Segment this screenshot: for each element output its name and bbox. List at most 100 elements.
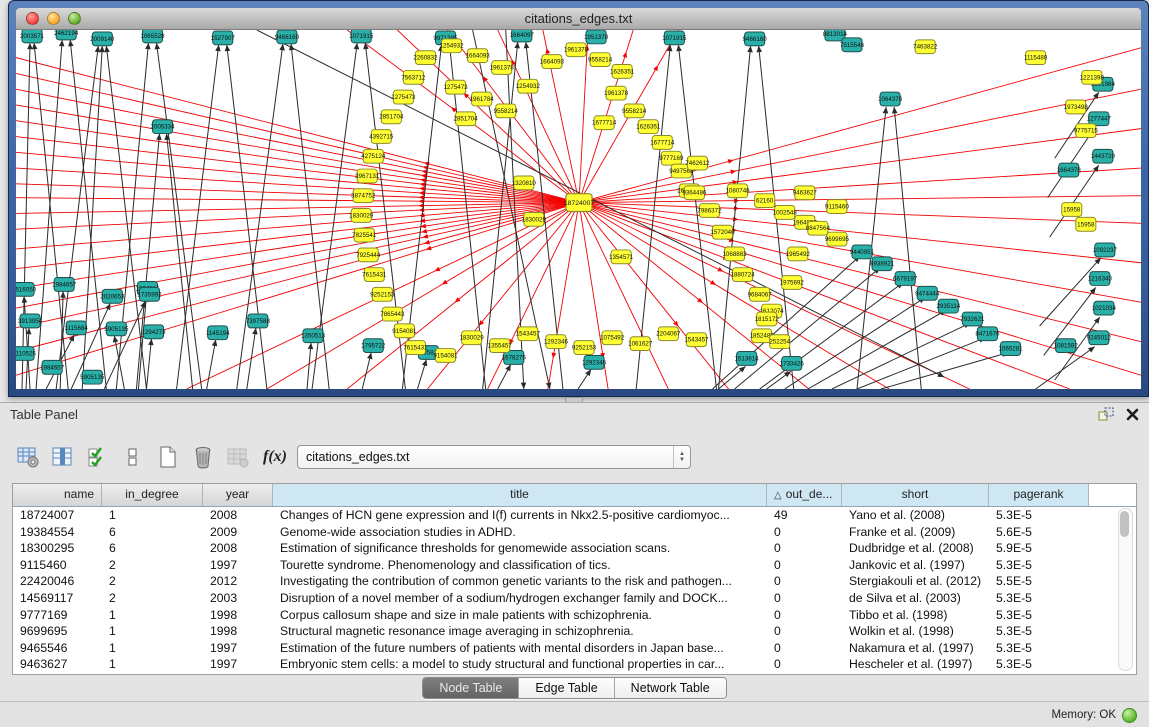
node-label: 1221398 <box>1080 74 1105 81</box>
close-panel-icon[interactable] <box>1126 408 1139 421</box>
node-label: 1543457 <box>684 337 709 344</box>
delete-table-icon[interactable] <box>189 444 217 470</box>
column-header-name[interactable]: name <box>13 484 102 506</box>
node-label: 1961378 <box>604 90 629 97</box>
node-label: 3874752 <box>351 193 376 200</box>
node-label: 9684067 <box>748 291 773 298</box>
node-label: 2003571 <box>20 33 45 40</box>
import-table-icon[interactable] <box>224 444 252 470</box>
node-label: 1443729 <box>1091 153 1116 160</box>
column-header-title[interactable]: title <box>273 484 767 506</box>
column-header-pagerank[interactable]: pagerank <box>989 484 1089 506</box>
table-row[interactable]: 946362711997Embryonic stem cells: a mode… <box>13 656 1136 673</box>
node-label: 1355457 <box>488 343 513 350</box>
table-row[interactable]: 2242004622012Investigating the contribut… <box>13 573 1136 590</box>
cell-in_degree: 6 <box>102 524 203 541</box>
node-label: 1951378 <box>584 34 609 41</box>
node-label: 1216343 <box>1088 276 1113 283</box>
node-label: 1677714 <box>650 139 675 146</box>
table-row[interactable]: 911546021997Tourette syndrome. Phenomeno… <box>13 557 1136 574</box>
column-header-in_degree[interactable]: in_degree <box>102 484 203 506</box>
node-label: 9252153 <box>370 291 395 298</box>
table-row[interactable]: 1456911722003Disruption of a novel membe… <box>13 590 1136 607</box>
panel-title: Table Panel <box>10 407 78 422</box>
close-window-button[interactable] <box>26 12 39 25</box>
node-label: 7615431 <box>362 272 387 279</box>
node-table: namein_degreeyeartitle△out_de...shortpag… <box>12 483 1137 675</box>
table-row[interactable]: 946554611997Estimation of the future num… <box>13 640 1136 657</box>
network-window: citations_edges.txt 20035712462194200914… <box>8 0 1149 397</box>
cell-out_degree: 0 <box>767 573 842 590</box>
window-titlebar[interactable]: citations_edges.txt <box>16 8 1141 30</box>
cell-short: Wolkin et al. (1998) <box>842 623 989 640</box>
column-header-out_degree[interactable]: △out_de... <box>767 484 842 506</box>
tab-node-table[interactable]: Node Table <box>423 678 519 698</box>
table-row[interactable]: 1872400712008Changes of HCN gene express… <box>13 507 1136 524</box>
tab-edge-table[interactable]: Edge Table <box>519 678 614 698</box>
node-label: 3967131 <box>355 173 380 180</box>
vertical-scrollbar[interactable] <box>1118 508 1133 671</box>
column-header-short[interactable]: short <box>842 484 989 506</box>
node-label: 9154081 <box>392 328 417 335</box>
dropdown-stepper-icon: ▲▼ <box>673 446 690 468</box>
column-header-year[interactable]: year <box>203 484 273 506</box>
table-select-dropdown[interactable]: citations_edges.txt ▲▼ <box>297 445 691 469</box>
node-label: 2516050 <box>16 286 37 293</box>
node-label: 1254932 <box>439 43 464 50</box>
node-label: 1735992 <box>137 291 162 298</box>
cell-year: 2008 <box>203 507 273 524</box>
memory-status-label: Memory: OK <box>1051 709 1116 721</box>
node-label: 1572040 <box>710 229 735 236</box>
cell-in_degree: 1 <box>102 607 203 624</box>
table-row[interactable]: 977716911998Corpus callosum shape and si… <box>13 607 1136 624</box>
node-label: 1975692 <box>780 279 805 286</box>
node-label: 1664093 <box>540 59 565 66</box>
node-label: 4392715 <box>369 134 394 141</box>
node-label: 1071915 <box>662 35 687 42</box>
network-canvas[interactable]: 2003571246219420091401065528152790794661… <box>16 30 1141 389</box>
node-label: 1002548 <box>773 209 798 216</box>
node-label: 1678275 <box>502 354 527 361</box>
window-title: citations_edges.txt <box>525 11 633 26</box>
node-label: 9252153 <box>572 345 597 352</box>
node-label: 9115460 <box>825 204 849 211</box>
cell-in_degree: 1 <box>102 656 203 673</box>
zoom-window-button[interactable] <box>68 12 81 25</box>
node-label: 9245012 <box>1087 335 1112 342</box>
tab-network-table[interactable]: Network Table <box>615 678 726 698</box>
cell-out_degree: 0 <box>767 524 842 541</box>
node-label: 9558214 <box>494 108 519 115</box>
clear-selection-icon[interactable] <box>119 444 147 470</box>
node-label: 9558214 <box>622 108 647 115</box>
cell-short: Nakamura et al. (1997) <box>842 640 989 657</box>
node-label: 9474444 <box>915 290 940 297</box>
cell-in_degree: 1 <box>102 623 203 640</box>
table-row[interactable]: 1938455462009Genome-wide association stu… <box>13 524 1136 541</box>
cell-out_degree: 0 <box>767 640 842 657</box>
node-label: 1065528 <box>140 33 165 40</box>
node-label: 1294273 <box>141 329 166 336</box>
node-label: 1815172 <box>755 316 780 323</box>
cell-pagerank: 5.3E-5 <box>989 590 1089 607</box>
node-label: 3913954 <box>18 318 43 325</box>
cell-pagerank: 5.3E-5 <box>989 623 1089 640</box>
cell-short: Stergiakouli et al. (2012) <box>842 573 989 590</box>
minimize-window-button[interactable] <box>47 12 60 25</box>
scrollbar-thumb[interactable] <box>1120 511 1129 537</box>
float-panel-icon[interactable] <box>1098 407 1114 421</box>
select-all-icon[interactable] <box>84 444 112 470</box>
table-row[interactable]: 1830029562008Estimation of significance … <box>13 540 1136 557</box>
apply-column-icon[interactable] <box>49 444 77 470</box>
table-row[interactable]: 969969511998Structural magnetic resonanc… <box>13 623 1136 640</box>
cell-year: 1997 <box>203 557 273 574</box>
node-label: 1961784 <box>470 96 495 103</box>
network-view[interactable]: 2003571246219420091401065528152790794661… <box>16 30 1141 389</box>
traffic-lights <box>26 12 81 25</box>
node-label: 15958 <box>1063 207 1081 214</box>
new-table-icon[interactable] <box>154 444 182 470</box>
function-builder-icon[interactable]: f(x) <box>263 448 287 466</box>
node-label: 2260832 <box>413 55 438 62</box>
cell-name: 9115460 <box>13 557 102 574</box>
node-label: 8847564 <box>806 225 831 232</box>
table-settings-icon[interactable] <box>14 444 42 470</box>
